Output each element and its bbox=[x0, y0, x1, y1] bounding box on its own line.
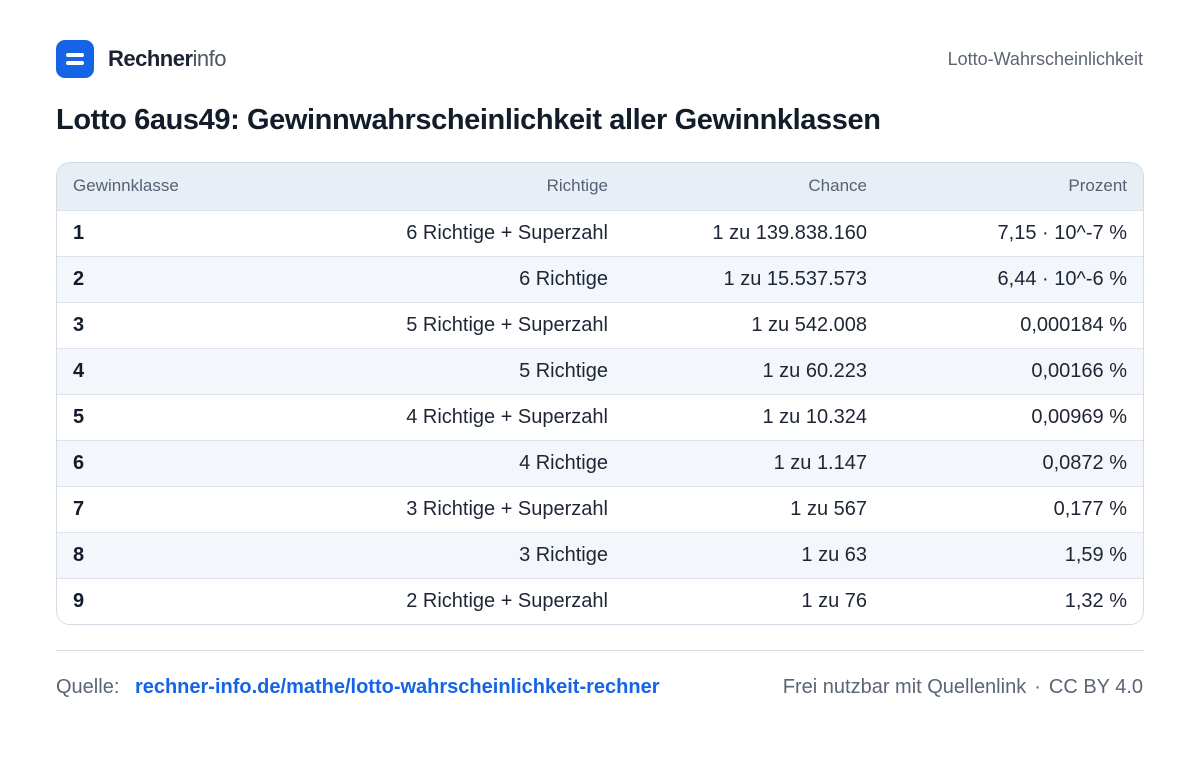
license-name: CC BY 4.0 bbox=[1048, 676, 1143, 698]
page-label: Lotto-Wahrscheinlichkeit bbox=[947, 48, 1143, 69]
license-info: Frei nutzbar mit Quellenlink · CC BY 4.0 bbox=[783, 676, 1143, 699]
cell-richtige: 3 Richtige bbox=[519, 543, 608, 566]
cell-gewinnklasse: 1 bbox=[73, 221, 85, 244]
cell-gewinnklasse: 4 bbox=[73, 359, 85, 382]
source-link[interactable]: rechner-info.de/mathe/lotto-wahrscheinli… bbox=[135, 676, 660, 698]
cell-prozent: 1,59 % bbox=[1064, 543, 1127, 566]
cell-prozent: 1,32 % bbox=[1064, 589, 1127, 612]
probability-table: Gewinnklasse Richtige Chance Prozent 1 6 … bbox=[56, 162, 1144, 625]
cell-richtige: 4 Richtige bbox=[519, 451, 608, 474]
page-title: Lotto 6aus49: Gewinnwahrscheinlichkeit a… bbox=[56, 104, 881, 136]
brand-name-light: info bbox=[192, 46, 227, 71]
cell-richtige: 3 Richtige + Superzahl bbox=[406, 497, 608, 520]
table-row: 3 5 Richtige + Superzahl 1 zu 542.008 0,000… bbox=[57, 302, 1143, 348]
brand[interactable]: Rechnerinfo bbox=[56, 40, 227, 78]
cell-richtige: 6 Richtige bbox=[519, 267, 608, 290]
cell-richtige: 5 Richtige + Superzahl bbox=[406, 313, 608, 336]
brand-name: Rechnerinfo bbox=[108, 46, 227, 72]
cell-prozent: 0,177 % bbox=[1053, 497, 1127, 520]
cell-chance: 1 zu 1.147 bbox=[773, 451, 867, 474]
header-gewinnklasse: Gewinnklasse bbox=[73, 176, 179, 196]
table-row: 8 3 Richtige 1 zu 63 1,59 % bbox=[57, 532, 1143, 578]
table-row: 5 4 Richtige + Superzahl 1 zu 10.324 0,0096… bbox=[57, 394, 1143, 440]
cell-gewinnklasse: 7 bbox=[73, 497, 85, 520]
cell-richtige: 2 Richtige + Superzahl bbox=[406, 589, 608, 612]
page-footer: Quelle: rechner-info.de/mathe/lotto-wahr… bbox=[56, 676, 1143, 699]
table-row: 6 4 Richtige 1 zu 1.147 0,0872 % bbox=[57, 440, 1143, 486]
license-separator: · bbox=[1034, 676, 1041, 698]
header-prozent: Prozent bbox=[1068, 176, 1127, 196]
header-chance: Chance bbox=[808, 176, 867, 196]
menu-lines-icon bbox=[56, 40, 94, 78]
source-label: Quelle: bbox=[56, 676, 120, 698]
cell-chance: 1 zu 542.008 bbox=[751, 313, 867, 336]
cell-gewinnklasse: 6 bbox=[73, 451, 85, 474]
cell-chance: 1 zu 10.324 bbox=[762, 405, 867, 428]
divider bbox=[56, 650, 1144, 651]
cell-richtige: 5 Richtige bbox=[519, 359, 608, 382]
table-row: 7 3 Richtige + Superzahl 1 zu 567 0,177 % bbox=[57, 486, 1143, 532]
table-row: 4 5 Richtige 1 zu 60.223 0,00166 % bbox=[57, 348, 1143, 394]
table-row: 2 6 Richtige 1 zu 15.537.573 6,44 · 10^-6 % bbox=[57, 256, 1143, 302]
license-text: Frei nutzbar mit Quellenlink bbox=[782, 676, 1027, 698]
cell-gewinnklasse: 9 bbox=[73, 589, 85, 612]
cell-prozent: 6,44 · 10^-6 % bbox=[997, 267, 1127, 290]
cell-prozent: 0,00166 % bbox=[1031, 359, 1127, 382]
table-row: 1 6 Richtige + Superzahl 1 zu 139.838.160 7… bbox=[57, 210, 1143, 256]
cell-richtige: 4 Richtige + Superzahl bbox=[406, 405, 608, 428]
cell-gewinnklasse: 8 bbox=[73, 543, 85, 566]
cell-gewinnklasse: 5 bbox=[73, 405, 85, 428]
header-richtige: Richtige bbox=[546, 176, 608, 196]
cell-gewinnklasse: 3 bbox=[73, 313, 85, 336]
cell-prozent: 0,000184 % bbox=[1020, 313, 1127, 336]
cell-gewinnklasse: 2 bbox=[73, 267, 85, 290]
cell-chance: 1 zu 139.838.160 bbox=[712, 221, 867, 244]
table-row: 9 2 Richtige + Superzahl 1 zu 76 1,32 % bbox=[57, 578, 1143, 624]
cell-chance: 1 zu 567 bbox=[790, 497, 867, 520]
cell-prozent: 7,15 · 10^-7 % bbox=[997, 221, 1127, 244]
cell-prozent: 0,0872 % bbox=[1042, 451, 1127, 474]
source: Quelle: rechner-info.de/mathe/lotto-wahr… bbox=[56, 676, 660, 699]
cell-chance: 1 zu 76 bbox=[801, 589, 867, 612]
page-header: Rechnerinfo Lotto-Wahrscheinlichkeit bbox=[56, 40, 1143, 78]
cell-chance: 1 zu 60.223 bbox=[762, 359, 867, 382]
cell-prozent: 0,00969 % bbox=[1031, 405, 1127, 428]
cell-richtige: 6 Richtige + Superzahl bbox=[406, 221, 608, 244]
table-header-row: Gewinnklasse Richtige Chance Prozent bbox=[57, 163, 1143, 210]
cell-chance: 1 zu 15.537.573 bbox=[723, 267, 867, 290]
cell-chance: 1 zu 63 bbox=[801, 543, 867, 566]
brand-name-bold: Rechner bbox=[108, 46, 193, 71]
